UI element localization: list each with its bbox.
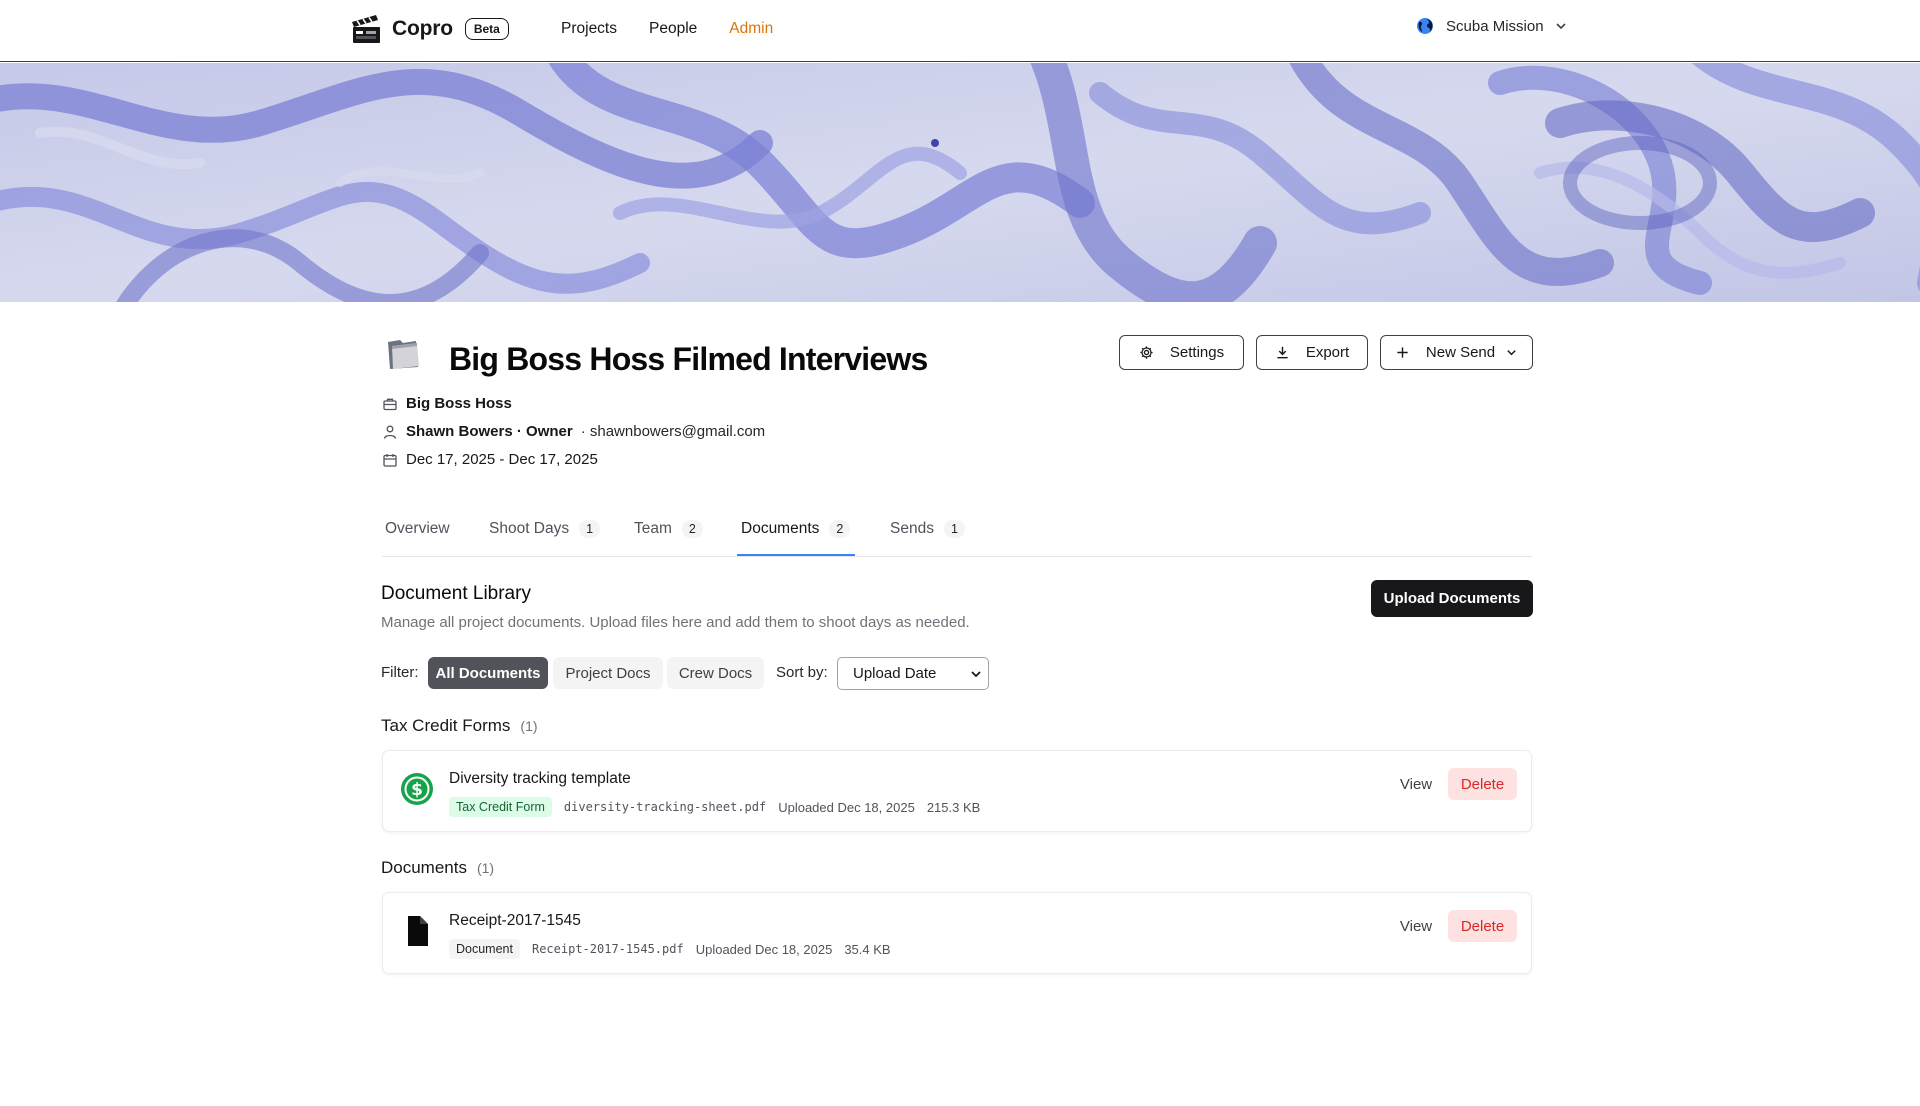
owner-email: · shawnbowers@gmail.com [580, 423, 766, 440]
section-title: Document Library [381, 583, 531, 604]
tab-overview[interactable]: Overview [385, 520, 450, 538]
tab-label: Shoot Days [489, 520, 570, 537]
document-meta: Tax Credit Form diversity-tracking-sheet… [449, 797, 980, 817]
delete-button[interactable]: Delete [1448, 768, 1517, 800]
project-owner: Shawn Bowers · Owner · shawnbowers@gmail… [382, 423, 765, 440]
sort-label: Sort by: [776, 664, 828, 681]
project-dates: Dec 17, 2025 - Dec 17, 2025 [382, 451, 598, 468]
nav-projects[interactable]: Projects [561, 20, 617, 38]
plus-icon [1397, 347, 1408, 358]
date-range: Dec 17, 2025 - Dec 17, 2025 [406, 451, 598, 468]
filter-label: Filter: [381, 664, 419, 681]
org-name: Scuba Mission [1446, 17, 1544, 35]
filter-project-docs[interactable]: Project Docs [553, 657, 663, 689]
tab-count-badge: 2 [681, 520, 703, 538]
download-icon [1277, 346, 1288, 359]
document-size: 35.4 KB [844, 941, 891, 957]
chevron-down-icon [971, 671, 981, 678]
user-icon [383, 425, 397, 439]
group-name: Tax Credit Forms [381, 716, 511, 735]
marble-pattern-image [0, 63, 1920, 302]
project-cover-banner [0, 63, 1920, 302]
chevron-down-icon [1555, 23, 1566, 30]
main-nav: Projects People Admin [561, 20, 773, 38]
document-size: 215.3 KB [926, 799, 981, 815]
tab-label: Overview [385, 520, 450, 537]
group-name: Documents [381, 858, 467, 877]
document-type-tag: Tax Credit Form [449, 797, 552, 817]
nav-admin[interactable]: Admin [729, 20, 773, 38]
active-tab-indicator [737, 554, 855, 556]
view-button[interactable]: View [1387, 910, 1445, 942]
document-name: Diversity tracking template [449, 770, 631, 787]
filter-crew-docs[interactable]: Crew Docs [667, 657, 764, 689]
org-switcher[interactable]: Scuba Mission [1416, 17, 1568, 35]
document-upload-date: Uploaded Dec 18, 2025 [695, 941, 833, 957]
new-send-button[interactable]: New Send [1380, 335, 1533, 370]
brand[interactable]: Copro Beta [350, 13, 509, 45]
folder-icon [388, 340, 419, 369]
dollar-circle-icon: $ [401, 773, 433, 805]
chevron-down-icon [1507, 350, 1516, 356]
tab-team[interactable]: Team 2 [634, 520, 703, 538]
tab-label: Team [634, 520, 672, 537]
group-count: (1) [476, 860, 495, 876]
nav-people[interactable]: People [649, 20, 697, 38]
tab-shoot-days[interactable]: Shoot Days 1 [489, 520, 601, 538]
export-button[interactable]: Export [1256, 335, 1368, 370]
briefcase-icon [383, 398, 397, 410]
settings-button[interactable]: Settings [1119, 335, 1244, 370]
tab-label: Documents [741, 520, 820, 537]
document-type-tag: Document [449, 939, 520, 959]
calendar-icon [383, 453, 397, 467]
tab-count-badge: 2 [829, 520, 851, 538]
tab-label: Sends [890, 520, 934, 537]
globe-icon [1417, 18, 1433, 34]
export-label: Export [1305, 344, 1350, 361]
document-card: Receipt-2017-1545 Document Receipt-2017-… [382, 892, 1532, 974]
tab-documents[interactable]: Documents 2 [741, 520, 851, 538]
sort-select[interactable]: Upload Date [837, 657, 989, 690]
new-send-label: New Send [1425, 344, 1496, 361]
upload-documents-button[interactable]: Upload Documents [1371, 580, 1533, 617]
section-subtitle: Manage all project documents. Upload fil… [381, 614, 970, 631]
svg-text:$: $ [411, 780, 423, 800]
tab-count-badge: 1 [579, 520, 601, 538]
project-tabs: Overview Shoot Days 1 Team 2 Documents 2… [382, 512, 1532, 557]
page-title: Big Boss Hoss Filmed Interviews [449, 341, 928, 377]
sort-value: Upload Date [853, 665, 937, 682]
document-filename: Receipt-2017-1545.pdf [531, 942, 684, 956]
filter-all-documents[interactable]: All Documents [428, 657, 548, 689]
delete-button[interactable]: Delete [1448, 910, 1517, 942]
document-upload-date: Uploaded Dec 18, 2025 [778, 799, 915, 815]
beta-badge: Beta [464, 18, 509, 40]
app-name: Copro [392, 17, 453, 40]
tab-count-badge: 1 [943, 520, 965, 538]
clapperboard-logo-icon [352, 15, 380, 43]
group-title: Tax Credit Forms (1) [381, 716, 538, 736]
document-name: Receipt-2017-1545 [449, 912, 581, 929]
settings-label: Settings [1169, 344, 1225, 361]
document-filename: diversity-tracking-sheet.pdf [563, 800, 767, 814]
group-title: Documents (1) [381, 858, 494, 878]
view-button[interactable]: View [1387, 768, 1445, 800]
file-icon [408, 916, 428, 946]
tab-sends[interactable]: Sends 1 [890, 520, 965, 538]
document-card: $ Diversity tracking template Tax Credit… [382, 750, 1532, 832]
group-count: (1) [520, 718, 538, 734]
document-meta: Document Receipt-2017-1545.pdf Uploaded … [449, 939, 891, 959]
owner-name: Shawn Bowers · Owner [406, 423, 573, 440]
project-company: Big Boss Hoss [382, 395, 512, 412]
top-navigation-bar: Copro Beta Projects People Admin Scuba M… [0, 0, 1920, 62]
gear-icon [1140, 346, 1153, 359]
company-name: Big Boss Hoss [406, 395, 512, 412]
